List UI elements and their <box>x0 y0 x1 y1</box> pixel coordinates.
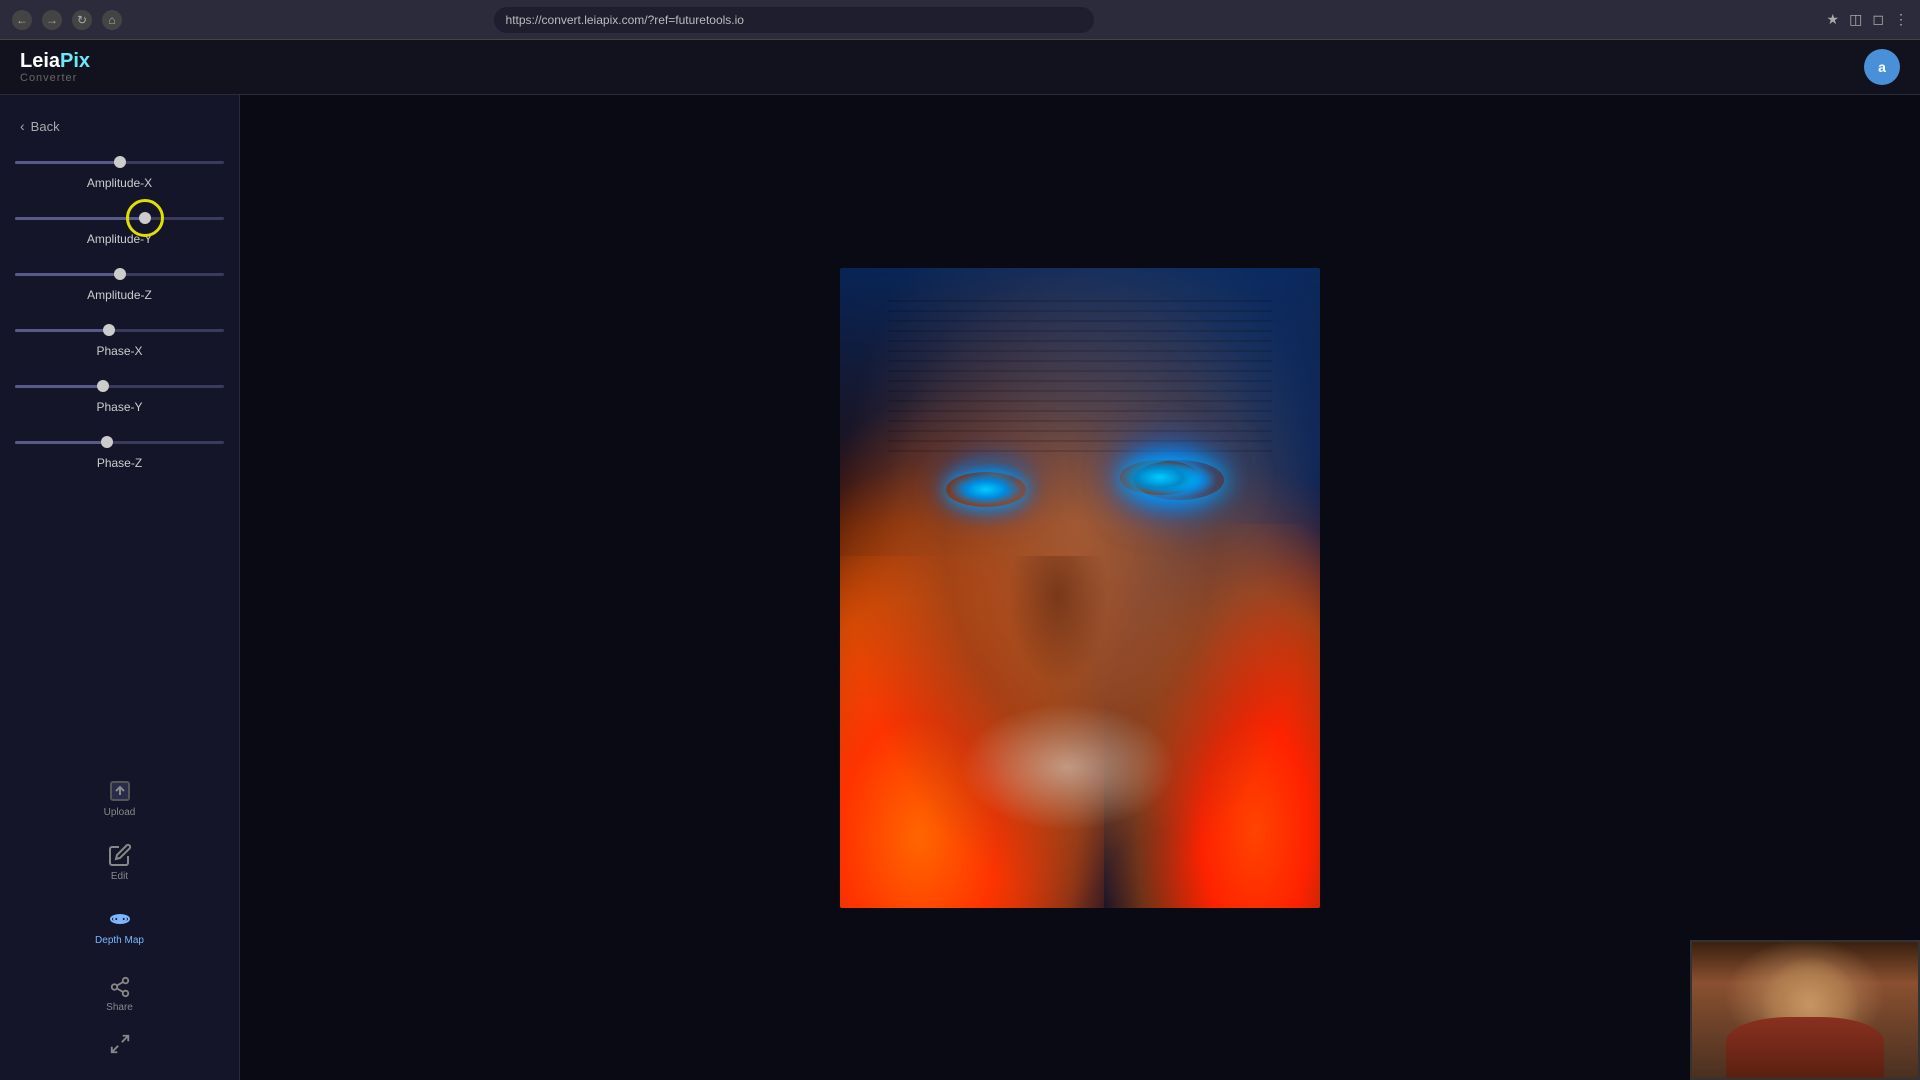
sliders-section: Amplitude-X Amplitude- <box>0 152 239 759</box>
address-bar[interactable]: https://convert.leiapix.com/?ref=futuret… <box>494 7 1094 33</box>
depth-map-label: Depth Map <box>95 935 144 946</box>
browser-chrome: ← → ↻ ⌂ https://convert.leiapix.com/?ref… <box>0 0 1920 40</box>
webcam-overlay <box>1690 940 1920 1080</box>
phase-z-group: Phase-Z <box>15 432 224 470</box>
sidebar-item-depth-map[interactable]: Depth Map <box>0 897 239 956</box>
upload-label: Upload <box>104 807 136 818</box>
phase-x-group: Phase-X <box>15 320 224 358</box>
top-bar: Leia Pix Converter a <box>0 40 1920 95</box>
amplitude-z-slider[interactable] <box>15 264 224 284</box>
amplitude-x-label: Amplitude-X <box>15 176 224 190</box>
amplitude-z-group: Amplitude-Z <box>15 264 224 302</box>
main-canvas <box>240 95 1920 1080</box>
phase-z-label: Phase-Z <box>15 456 224 470</box>
edit-icon <box>108 843 132 867</box>
image-container <box>840 268 1320 908</box>
user-avatar[interactable]: a <box>1864 49 1900 85</box>
logo-pix: Pix <box>60 50 90 72</box>
phase-y-slider[interactable] <box>15 376 224 396</box>
phase-z-slider[interactable] <box>15 432 224 452</box>
nav-refresh-button[interactable]: ↻ <box>72 10 92 30</box>
depth-map-icon <box>108 907 132 931</box>
edit-label: Edit <box>111 871 128 882</box>
share-icon <box>109 976 131 998</box>
sidebar-icons: Upload Edit Dep <box>0 759 239 966</box>
amplitude-y-group: Amplitude-Y <box>15 208 224 246</box>
amplitude-y-label: Amplitude-Y <box>15 232 224 246</box>
amplitude-z-label: Amplitude-Z <box>15 288 224 302</box>
phase-x-label: Phase-X <box>15 344 224 358</box>
nav-home-button[interactable]: ⌂ <box>102 10 122 30</box>
amplitude-x-slider[interactable] <box>15 152 224 172</box>
logo-leia: Leia <box>20 50 60 72</box>
main-image <box>840 268 1320 908</box>
amplitude-x-group: Amplitude-X <box>15 152 224 190</box>
amplitude-y-slider[interactable] <box>15 208 224 228</box>
webcam-person-image <box>1692 942 1918 1078</box>
sidebar: ‹ Back Amplitude-X <box>0 95 240 1080</box>
back-button[interactable]: ‹ Back <box>0 110 239 142</box>
fullscreen-icon <box>109 1033 131 1055</box>
sidebar-item-upload[interactable]: Upload <box>0 769 239 828</box>
nav-forward-button[interactable]: → <box>42 10 62 30</box>
phase-y-group: Phase-Y <box>15 376 224 414</box>
app-container: Leia Pix Converter a ‹ Back <box>0 40 1920 1080</box>
logo-subtitle: Converter <box>20 72 90 84</box>
upload-icon <box>108 779 132 803</box>
phase-y-label: Phase-Y <box>15 400 224 414</box>
back-label: Back <box>31 119 60 134</box>
share-label: Share <box>106 1002 133 1013</box>
nav-back-button[interactable]: ← <box>12 10 32 30</box>
back-arrow-icon: ‹ <box>20 118 25 134</box>
content-area: ‹ Back Amplitude-X <box>0 95 1920 1080</box>
fullscreen-section[interactable] <box>0 1023 239 1065</box>
sidebar-item-edit[interactable]: Edit <box>0 833 239 892</box>
phase-x-slider[interactable] <box>15 320 224 340</box>
share-section[interactable]: Share <box>0 966 239 1023</box>
browser-extensions: ★ ◫ ◻ ⋮ <box>1827 11 1908 28</box>
logo: Leia Pix Converter <box>20 50 90 84</box>
